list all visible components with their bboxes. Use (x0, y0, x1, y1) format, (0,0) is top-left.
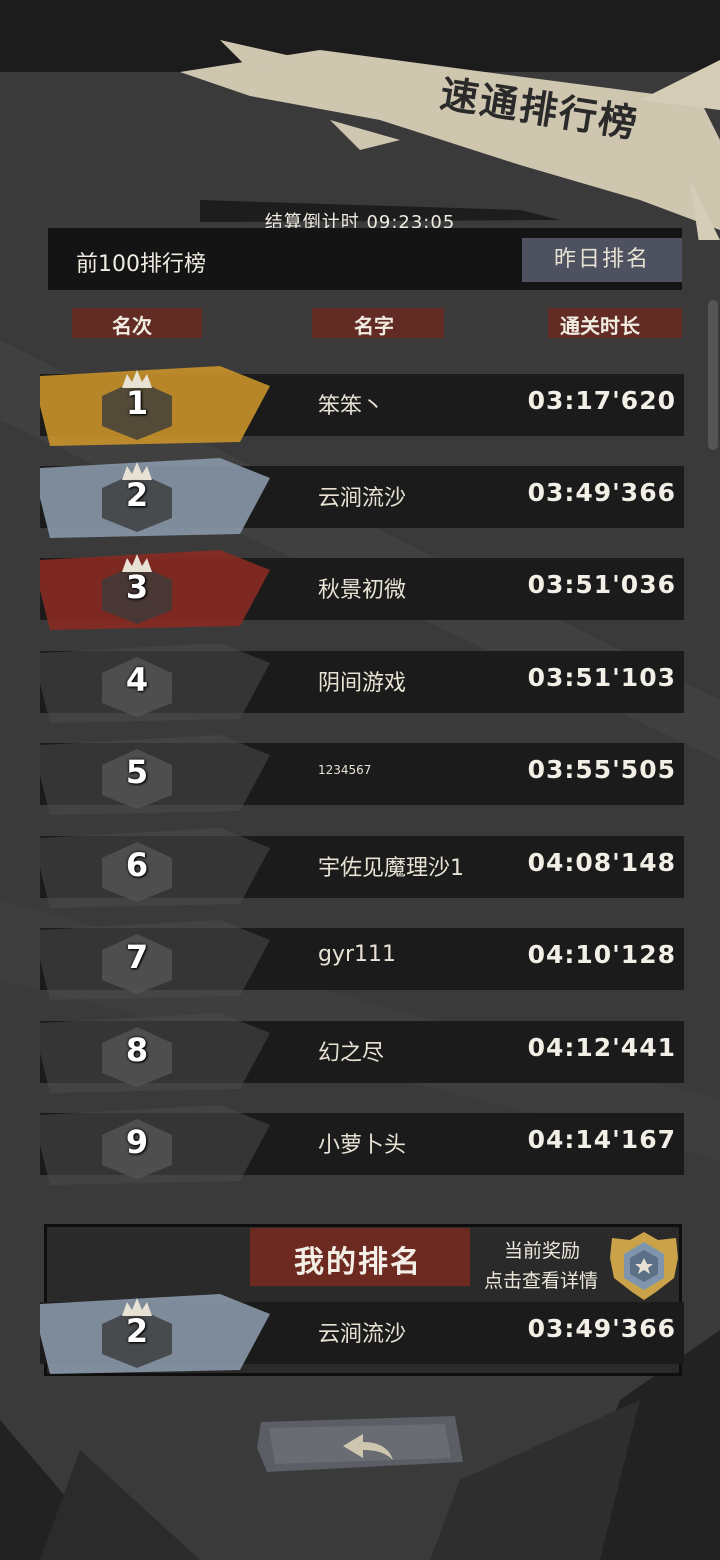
player-name: 秋景初微 (318, 578, 407, 603)
clear-time: 04:08'148 (527, 848, 676, 877)
reward-detail-link[interactable]: 点击查看详情 (484, 1266, 598, 1293)
rank-number: 8 (125, 1031, 149, 1069)
rank-number: 6 (125, 846, 149, 884)
leaderboard-row[interactable]: 1 笨笨丶 03:17'620 (40, 366, 684, 446)
rank-number: 9 (125, 1123, 149, 1161)
scrollbar[interactable] (708, 300, 718, 450)
rank-number: 1 (125, 384, 149, 422)
rank-number: 2 (125, 476, 149, 514)
player-name: 云涧流沙 (318, 1322, 407, 1347)
rank-number: 2 (125, 1312, 149, 1350)
leaderboard-row[interactable]: 8 幻之尽 04:12'441 (40, 1013, 684, 1093)
my-ranking-title: 我的排名 (294, 1245, 422, 1280)
column-header-name: 名字 (354, 314, 394, 338)
leaderboard-row[interactable]: 7 gyr111 04:10'128 (40, 920, 684, 1000)
clear-time: 03:49'366 (527, 478, 676, 507)
clear-time: 03:51'036 (527, 570, 676, 599)
player-name: 幻之尽 (318, 1041, 385, 1066)
column-header-time: 通关时长 (560, 314, 640, 338)
rank-number: 4 (125, 661, 149, 699)
rank-number: 7 (125, 938, 149, 976)
leaderboard-row[interactable]: 5 1234567 03:55'505 (40, 735, 684, 815)
clear-time: 04:12'441 (527, 1033, 676, 1062)
leaderboard-row[interactable]: 4 阴间游戏 03:51'103 (40, 643, 684, 723)
clear-time: 03:55'505 (527, 755, 676, 784)
player-name: 云涧流沙 (318, 486, 407, 511)
my-ranking-row: 2 云涧流沙 03:49'366 (40, 1294, 684, 1374)
player-name: 小萝卜头 (318, 1133, 407, 1158)
leaderboard-row[interactable]: 2 云涧流沙 03:49'366 (40, 458, 684, 538)
leaderboard-row[interactable]: 6 宇佐见魔理沙1 04:08'148 (40, 828, 684, 908)
yesterday-ranking-button[interactable]: 昨日排名 (522, 238, 682, 282)
top100-label: 前100排行榜 (76, 252, 206, 277)
leaderboard-row[interactable]: 9 小萝卜头 04:14'167 (40, 1105, 684, 1185)
clear-time: 04:14'167 (527, 1125, 676, 1154)
clear-time: 03:51'103 (527, 663, 676, 692)
leaderboard-row[interactable]: 3 秋景初微 03:51'036 (40, 550, 684, 630)
column-header-rank: 名次 (112, 314, 152, 338)
player-name: gyr111 (318, 942, 397, 967)
player-name: 1234567 (318, 763, 372, 777)
rank-number: 3 (125, 568, 149, 606)
current-reward-label: 当前奖励 (504, 1240, 581, 1262)
clear-time: 03:49'366 (527, 1314, 676, 1343)
reward-medal-icon[interactable] (606, 1230, 682, 1302)
player-name: 宇佐见魔理沙1 (318, 856, 464, 881)
back-button[interactable] (255, 1412, 465, 1476)
rank-number: 5 (125, 753, 149, 791)
clear-time: 04:10'128 (527, 940, 676, 969)
clear-time: 03:17'620 (527, 386, 676, 415)
player-name: 笨笨丶 (318, 394, 385, 419)
player-name: 阴间游戏 (318, 671, 407, 696)
